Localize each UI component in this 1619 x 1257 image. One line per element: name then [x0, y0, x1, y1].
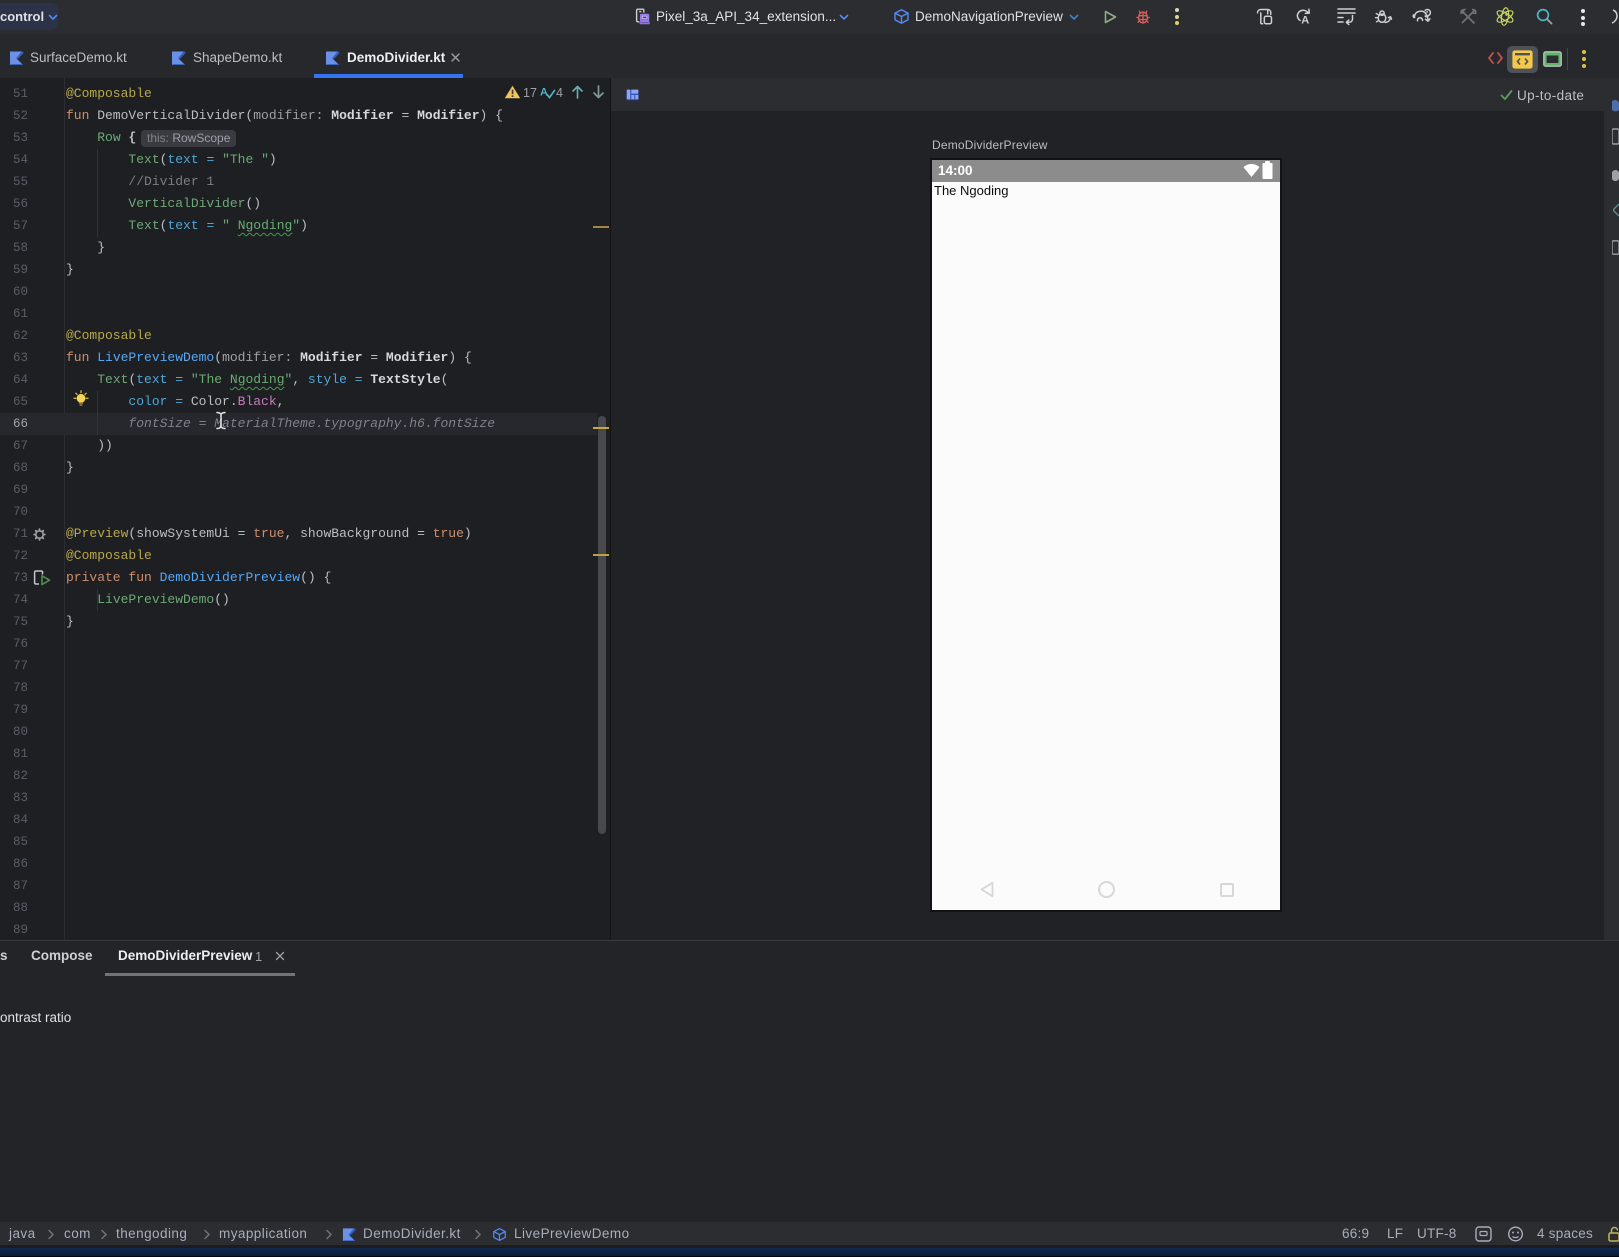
svg-text:A: A	[540, 87, 548, 99]
svg-text:A: A	[1301, 15, 1309, 27]
